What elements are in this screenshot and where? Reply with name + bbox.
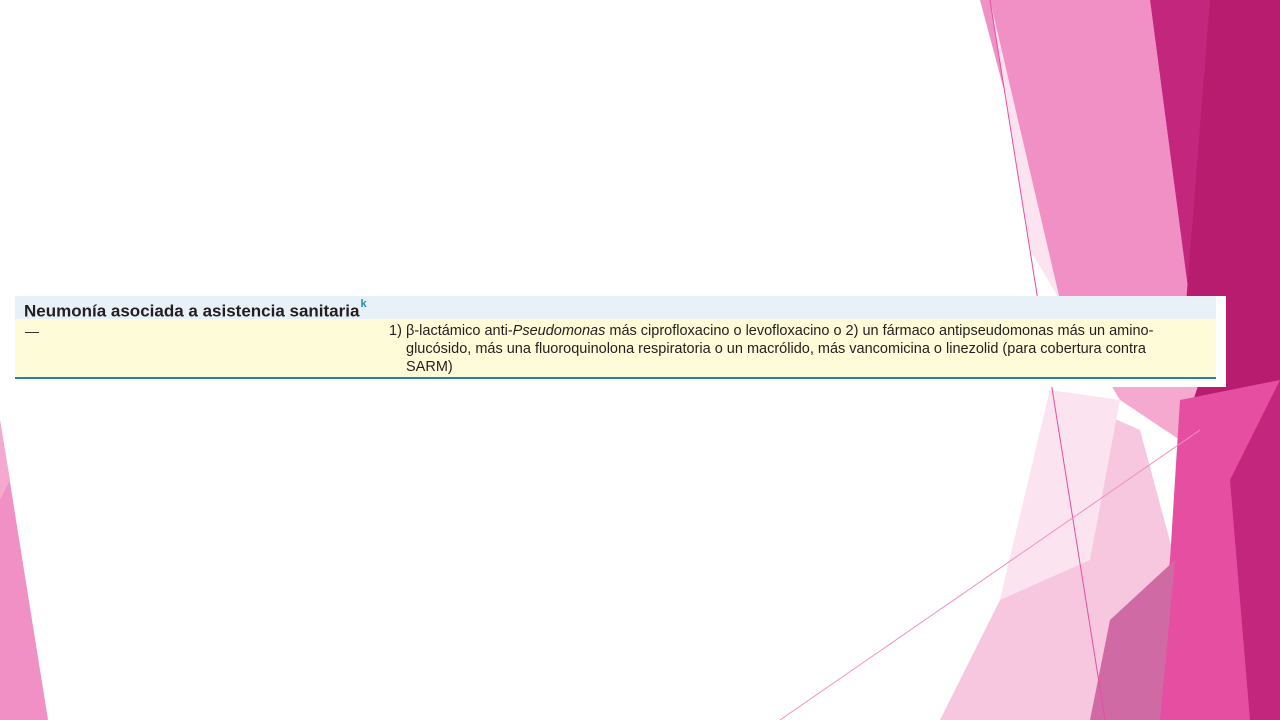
treatment-line-3: SARM) [406,359,453,375]
treatment-line-1: 1) β-lactámico anti-Pseudomonas más cipro… [389,322,1211,340]
title-footnote-marker: k [360,298,367,310]
table-row: — 1) β-lactámico anti-Pseudomonas más cip… [15,319,1216,379]
table-cell-right: 1) β-lactámico anti-Pseudomonas más cipro… [389,322,1211,376]
treatment-line-2: glucósido, más una fluoroquinolona respi… [406,341,1146,357]
item-number: 1) [389,323,402,339]
line1-pre: β-lactámico anti- [406,323,513,339]
table-title-text: Neumonía asociada a asistencia sanitaria [24,301,360,321]
slide: Neumonía asociada a asistencia sanitaria… [0,0,1280,720]
table-header: Neumonía asociada a asistencia sanitaria… [15,296,1216,322]
table-title: Neumonía asociada a asistencia sanitaria… [24,297,367,322]
line1-post: más ciprofloxacino o levofloxacino o 2) … [605,323,1154,339]
line1-italic: Pseudomonas [512,323,606,339]
table-cell-left: — [25,323,39,339]
guideline-table: Neumonía asociada a asistencia sanitaria… [15,296,1226,387]
